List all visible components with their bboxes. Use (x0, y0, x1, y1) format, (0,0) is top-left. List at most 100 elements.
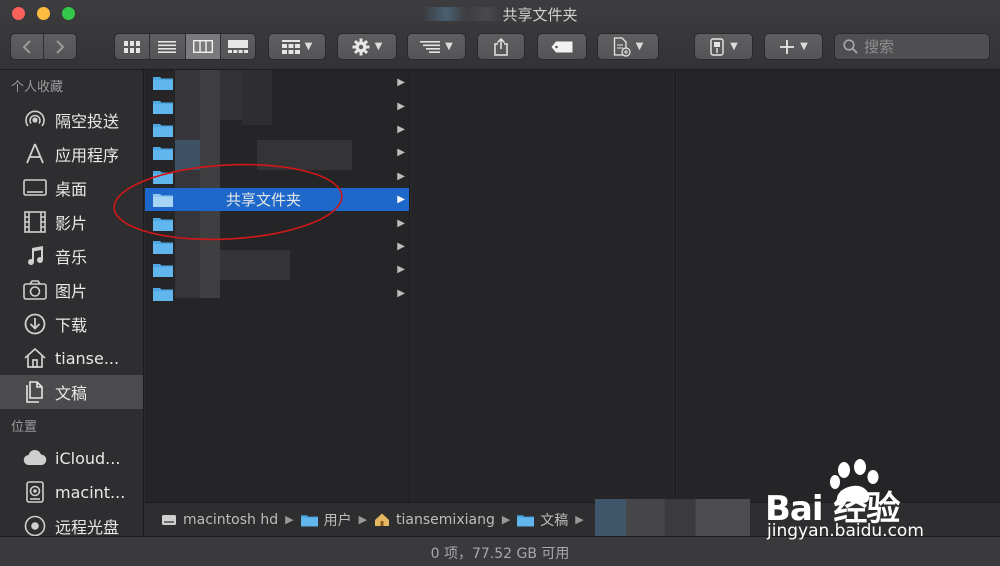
sidebar-item-movies[interactable]: 影片 (0, 205, 143, 239)
back-forward-control (10, 33, 77, 60)
archive-box-icon (710, 37, 724, 56)
applications-icon (22, 143, 48, 165)
grid-icon (124, 40, 141, 53)
folder-icon (153, 287, 173, 301)
column-view-button[interactable] (185, 34, 221, 59)
harddisk-icon (22, 481, 48, 503)
browser-column-1: ▶ ▶ ▶ ▶ ▶ 共享文件夹 ▶ ▶ ▶ ▶ ▶ (145, 70, 410, 502)
chevron-down-icon: ▼ (730, 41, 738, 52)
new-document-button[interactable]: ▼ (597, 33, 659, 60)
sidebar-item-label: 下载 (55, 316, 88, 335)
sidebar-item-label: 图片 (55, 282, 88, 301)
sidebar-item-label: 音乐 (55, 248, 88, 267)
sidebar-item-applications[interactable]: 应用程序 (0, 137, 143, 171)
redacted-title-prefix (422, 7, 503, 21)
path-item-users[interactable]: 用户 (300, 510, 352, 530)
folder-icon (153, 264, 173, 278)
sidebar-item-downloads[interactable]: 下载 (0, 307, 143, 341)
columns-icon (192, 40, 213, 53)
desktop-icon (22, 177, 48, 199)
sidebar-item-macintosh-hd[interactable]: macint... (0, 475, 143, 509)
arrange-lines-icon (420, 40, 441, 53)
share-button[interactable] (477, 33, 525, 60)
search-field[interactable] (834, 33, 990, 60)
disclosure-arrow-icon: ▶ (397, 100, 405, 112)
sidebar-item-label: tianse... (55, 348, 120, 368)
home-icon (22, 347, 48, 369)
list-item[interactable]: ▶ (145, 211, 409, 234)
list-item[interactable]: ▶ (145, 118, 409, 141)
list-view-button[interactable] (150, 34, 186, 59)
arrange-button[interactable]: ▼ (407, 33, 466, 60)
group-grid-icon (281, 39, 300, 54)
folder-icon (300, 514, 318, 526)
share-icon (494, 37, 508, 56)
action-button[interactable]: ▼ (337, 33, 397, 60)
disclosure-arrow-icon: ▶ (397, 194, 405, 206)
browser-column-2 (411, 70, 676, 502)
path-separator-icon: ▶ (501, 513, 511, 526)
status-text: 0 项，77.52 GB 可用 (430, 546, 570, 562)
sidebar-item-desktop[interactable]: 桌面 (0, 171, 143, 205)
new-document-icon (613, 36, 631, 57)
list-item[interactable]: ▶ (145, 235, 409, 258)
chevron-down-icon: ▼ (445, 41, 453, 52)
locations-header: 位置 (11, 420, 38, 435)
back-button[interactable] (11, 34, 44, 59)
music-note-icon (22, 245, 48, 267)
list-item-shared-folder[interactable]: 共享文件夹 ▶ (145, 187, 409, 212)
disclosure-arrow-icon: ▶ (397, 123, 405, 135)
list-item[interactable]: ▶ (145, 94, 409, 117)
path-item-home[interactable]: tiansemixiang (374, 512, 495, 528)
remote-disc-icon (22, 515, 48, 537)
folder-icon (517, 514, 535, 526)
plus-icon (780, 39, 795, 54)
sidebar-item-airdrop[interactable]: 隔空投送 (0, 103, 143, 137)
sidebar-item-label: iCloud... (55, 448, 121, 468)
airdrop-icon (22, 109, 48, 131)
group-button[interactable]: ▼ (268, 33, 326, 60)
sidebar-item-label: 桌面 (55, 180, 88, 199)
view-mode-control (114, 33, 256, 60)
list-item[interactable]: ▶ (145, 258, 409, 281)
list-icon (158, 40, 177, 53)
redacted-path-item (594, 499, 750, 539)
folder-icon (153, 147, 173, 161)
add-button[interactable]: ▼ (764, 33, 823, 60)
sidebar-item-music[interactable]: 音乐 (0, 239, 143, 273)
sidebar-item-label: macint... (55, 482, 126, 502)
path-item-label: 文稿 (540, 512, 569, 529)
sidebar-item-label: 应用程序 (55, 146, 120, 165)
sidebar-item-documents[interactable]: 文稿 (0, 375, 143, 409)
search-input[interactable] (864, 37, 974, 56)
archive-button[interactable]: ▼ (694, 33, 753, 60)
folder-name: 共享文件夹 (226, 191, 302, 210)
disclosure-arrow-icon: ▶ (397, 217, 405, 229)
folder-icon (153, 194, 173, 208)
path-item-label: macintosh hd (183, 511, 279, 528)
chevron-down-icon: ▼ (800, 41, 808, 52)
sidebar-item-icloud[interactable]: iCloud... (0, 441, 143, 475)
list-item[interactable]: ▶ (145, 141, 409, 164)
forward-button[interactable] (44, 34, 76, 59)
camera-icon (22, 279, 48, 301)
gallery-view-button[interactable] (221, 34, 255, 59)
home-icon (375, 513, 390, 526)
path-item-label: tiansemixiang (396, 511, 495, 528)
folder-icon (153, 170, 173, 184)
path-item-macintosh-hd[interactable]: macintosh hd (161, 512, 278, 528)
list-item[interactable]: ▶ (145, 165, 409, 188)
movies-icon (22, 211, 48, 233)
path-item-documents[interactable]: 文稿 (517, 510, 568, 530)
sidebar-item-home[interactable]: tianse... (0, 341, 143, 375)
list-item[interactable]: ▶ (145, 282, 409, 305)
disclosure-arrow-icon: ▶ (397, 287, 405, 299)
sidebar-item-pictures[interactable]: 图片 (0, 273, 143, 307)
tags-button[interactable] (537, 33, 587, 60)
chevron-down-icon: ▼ (304, 41, 313, 52)
favorites-header: 个人收藏 (11, 80, 64, 95)
list-item[interactable]: ▶ (145, 71, 409, 94)
path-bar: macintosh hd ▶ 用户 ▶ tiansemixiang ▶ 文稿 ▶ (145, 499, 1000, 539)
icon-view-button[interactable] (115, 34, 151, 59)
folder-icon (153, 123, 173, 137)
